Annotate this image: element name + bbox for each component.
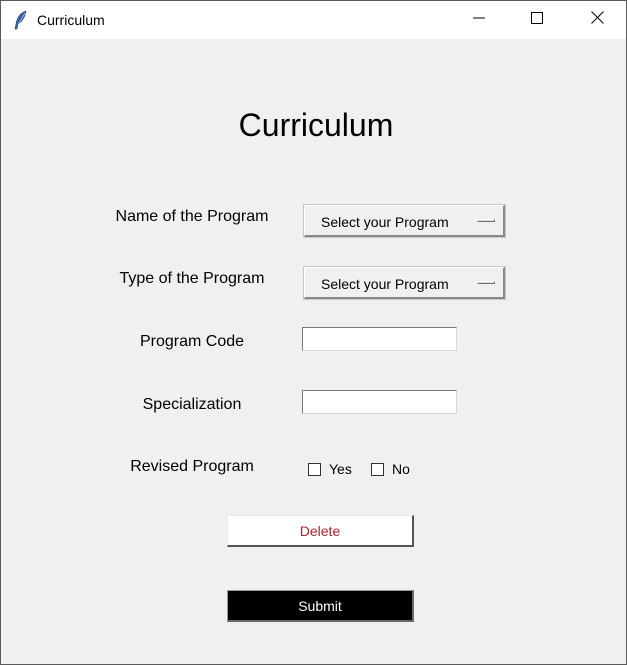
- program-code-input[interactable]: [302, 327, 457, 351]
- page-title: Curriculum: [238, 107, 394, 143]
- revised-no-label: No: [392, 461, 410, 477]
- revised-yes-label: Yes: [329, 461, 352, 477]
- maximize-icon: [531, 11, 543, 29]
- program-name-selected: Select your Program: [321, 214, 449, 230]
- program-type-dropdown[interactable]: Select your Program: [304, 267, 505, 299]
- minimize-button[interactable]: [450, 1, 508, 39]
- window-title: Curriculum: [37, 12, 105, 28]
- minimize-icon: [473, 11, 485, 29]
- program-type-selected: Select your Program: [321, 276, 449, 292]
- checkbox-icon: [371, 462, 384, 476]
- close-button[interactable]: [568, 1, 626, 39]
- specialization-label: Specialization: [142, 396, 242, 413]
- dropdown-indicator-icon: [477, 281, 495, 284]
- close-icon: [590, 11, 604, 29]
- program-name-dropdown[interactable]: Select your Program: [304, 205, 505, 237]
- dropdown-indicator-icon: [477, 219, 495, 222]
- revised-yes-checkbox[interactable]: Yes: [308, 461, 352, 477]
- maximize-button[interactable]: [508, 1, 566, 39]
- program-type-label: Type of the Program: [119, 270, 265, 287]
- specialization-input[interactable]: [302, 390, 457, 414]
- submit-button[interactable]: Submit: [227, 590, 414, 622]
- revised-no-checkbox[interactable]: No: [371, 461, 410, 477]
- program-name-label: Name of the Program: [115, 208, 269, 225]
- delete-button[interactable]: Delete: [227, 515, 414, 547]
- checkbox-icon: [308, 462, 321, 476]
- app-window: Curriculum Curriculum Name of the Progra…: [0, 0, 627, 665]
- title-bar[interactable]: Curriculum: [1, 1, 626, 39]
- revised-program-label: Revised Program: [130, 458, 254, 475]
- feather-icon: [14, 10, 28, 30]
- form-area: Curriculum Name of the Program Select yo…: [1, 39, 626, 664]
- program-code-label: Program Code: [139, 333, 245, 350]
